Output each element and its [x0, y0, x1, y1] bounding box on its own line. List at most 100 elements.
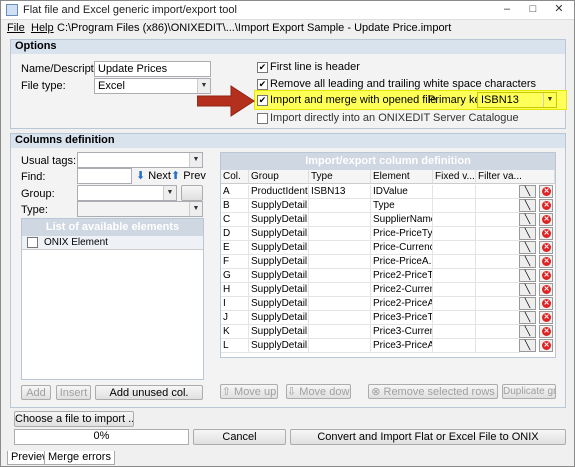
- table-cell[interactable]: L: [221, 339, 249, 353]
- close-button[interactable]: ✕: [546, 2, 572, 18]
- menu-help[interactable]: Help: [31, 22, 54, 34]
- table-cell[interactable]: Price-PriceTy...: [371, 227, 433, 241]
- duplicate-group-button[interactable]: Duplicate group: [502, 384, 556, 399]
- delete-icon[interactable]: ✕: [539, 213, 553, 226]
- edit-icon[interactable]: ╲: [519, 199, 536, 212]
- table-cell[interactable]: [433, 297, 476, 311]
- insert-button[interactable]: Insert: [56, 385, 91, 400]
- table-cell[interactable]: [476, 297, 520, 311]
- table-cell[interactable]: [433, 199, 476, 213]
- table-cell[interactable]: [476, 325, 520, 339]
- maximize-button[interactable]: □: [520, 2, 546, 18]
- table-cell[interactable]: [476, 255, 520, 269]
- table-cell[interactable]: D: [221, 227, 249, 241]
- delete-icon[interactable]: ✕: [539, 297, 553, 310]
- usual-tags-select[interactable]: ▼: [77, 152, 203, 168]
- table-cell[interactable]: SupplyDetail1: [249, 213, 309, 227]
- first-line-header-checkbox[interactable]: ✔: [257, 62, 268, 73]
- delete-icon[interactable]: ✕: [539, 227, 553, 240]
- remove-whitespace-checkbox[interactable]: ✔: [257, 79, 268, 90]
- table-cell[interactable]: SupplyDetail1: [249, 325, 309, 339]
- table-cell[interactable]: Price-PriceA...: [371, 255, 433, 269]
- table-cell[interactable]: [309, 269, 371, 283]
- table-cell[interactable]: Price3-Curren...: [371, 325, 433, 339]
- table-cell[interactable]: [433, 283, 476, 297]
- table-cell[interactable]: [476, 269, 520, 283]
- table-cell[interactable]: [476, 199, 520, 213]
- edit-icon[interactable]: ╲: [519, 255, 536, 268]
- delete-icon[interactable]: ✕: [539, 255, 553, 268]
- delete-icon[interactable]: ✕: [539, 339, 553, 352]
- table-cell[interactable]: [476, 283, 520, 297]
- table-cell[interactable]: ProductIdentif...: [249, 185, 309, 199]
- edit-icon[interactable]: ╲: [519, 297, 536, 310]
- table-cell[interactable]: SupplyDetail1: [249, 297, 309, 311]
- table-cell[interactable]: [309, 227, 371, 241]
- move-up-button[interactable]: ⇧ Move up: [220, 384, 278, 399]
- tab-merge-errors[interactable]: Merge errors: [44, 451, 115, 465]
- table-cell[interactable]: [433, 213, 476, 227]
- table-cell[interactable]: SupplierName: [371, 213, 433, 227]
- edit-icon[interactable]: ╲: [519, 227, 536, 240]
- delete-icon[interactable]: ✕: [539, 311, 553, 324]
- table-cell[interactable]: A: [221, 185, 249, 199]
- table-cell[interactable]: [433, 241, 476, 255]
- edit-icon[interactable]: ╲: [519, 185, 536, 198]
- table-cell[interactable]: [309, 325, 371, 339]
- type-select[interactable]: ▼: [77, 201, 203, 217]
- menu-file[interactable]: File: [7, 22, 25, 34]
- table-cell[interactable]: [433, 185, 476, 199]
- table-cell[interactable]: Type: [371, 199, 433, 213]
- edit-icon[interactable]: ╲: [519, 241, 536, 254]
- table-cell[interactable]: SupplyDetail1: [249, 269, 309, 283]
- convert-button[interactable]: Convert and Import Flat or Excel File to…: [290, 429, 566, 445]
- table-cell[interactable]: B: [221, 199, 249, 213]
- table-cell[interactable]: SupplyDetail1: [249, 199, 309, 213]
- table-cell[interactable]: [309, 339, 371, 353]
- table-cell[interactable]: E: [221, 241, 249, 255]
- table-cell[interactable]: [433, 311, 476, 325]
- table-cell[interactable]: IDValue: [371, 185, 433, 199]
- table-cell[interactable]: Price2-Curren...: [371, 283, 433, 297]
- remove-rows-button[interactable]: ⊗ Remove selected rows: [368, 384, 498, 399]
- table-cell[interactable]: SupplyDetail1: [249, 255, 309, 269]
- table-cell[interactable]: Price2-PriceA...: [371, 297, 433, 311]
- table-cell[interactable]: I: [221, 297, 249, 311]
- table-cell[interactable]: [309, 297, 371, 311]
- edit-icon[interactable]: ╲: [519, 213, 536, 226]
- edit-icon[interactable]: ╲: [519, 325, 536, 338]
- table-cell[interactable]: Price3-PriceT...: [371, 311, 433, 325]
- delete-icon[interactable]: ✕: [539, 325, 553, 338]
- table-cell[interactable]: [433, 339, 476, 353]
- edit-icon[interactable]: ╲: [519, 283, 536, 296]
- table-cell[interactable]: F: [221, 255, 249, 269]
- import-merge-checkbox[interactable]: ✔: [257, 95, 268, 106]
- import-server-checkbox[interactable]: [257, 113, 268, 124]
- next-button[interactable]: ⬇ Next: [136, 169, 171, 183]
- delete-icon[interactable]: ✕: [539, 199, 553, 212]
- delete-icon[interactable]: ✕: [539, 241, 553, 254]
- minimize-button[interactable]: –: [494, 2, 520, 18]
- table-cell[interactable]: [309, 311, 371, 325]
- select-all-checkbox[interactable]: [27, 237, 38, 248]
- table-cell[interactable]: SupplyDetail1: [249, 339, 309, 353]
- primary-key-select[interactable]: ISBN13 ▼: [477, 92, 557, 108]
- choose-file-button[interactable]: Choose a file to import ...: [14, 411, 134, 427]
- prev-button[interactable]: ⬆ Prev: [171, 169, 206, 183]
- table-cell[interactable]: [476, 339, 520, 353]
- table-cell[interactable]: G: [221, 269, 249, 283]
- table-cell[interactable]: ISBN13: [309, 185, 371, 199]
- table-cell[interactable]: [433, 255, 476, 269]
- edit-icon[interactable]: ╲: [519, 339, 536, 352]
- table-cell[interactable]: [433, 269, 476, 283]
- table-cell[interactable]: Price2-PriceT...: [371, 269, 433, 283]
- edit-icon[interactable]: ╲: [519, 269, 536, 282]
- table-cell[interactable]: SupplyDetail1: [249, 227, 309, 241]
- table-cell[interactable]: [433, 325, 476, 339]
- name-input[interactable]: Update Prices: [94, 61, 211, 77]
- delete-icon[interactable]: ✕: [539, 283, 553, 296]
- table-cell[interactable]: Price3-PriceA...: [371, 339, 433, 353]
- table-cell[interactable]: Price-Currenc...: [371, 241, 433, 255]
- add-button[interactable]: Add: [21, 385, 51, 400]
- table-cell[interactable]: [476, 241, 520, 255]
